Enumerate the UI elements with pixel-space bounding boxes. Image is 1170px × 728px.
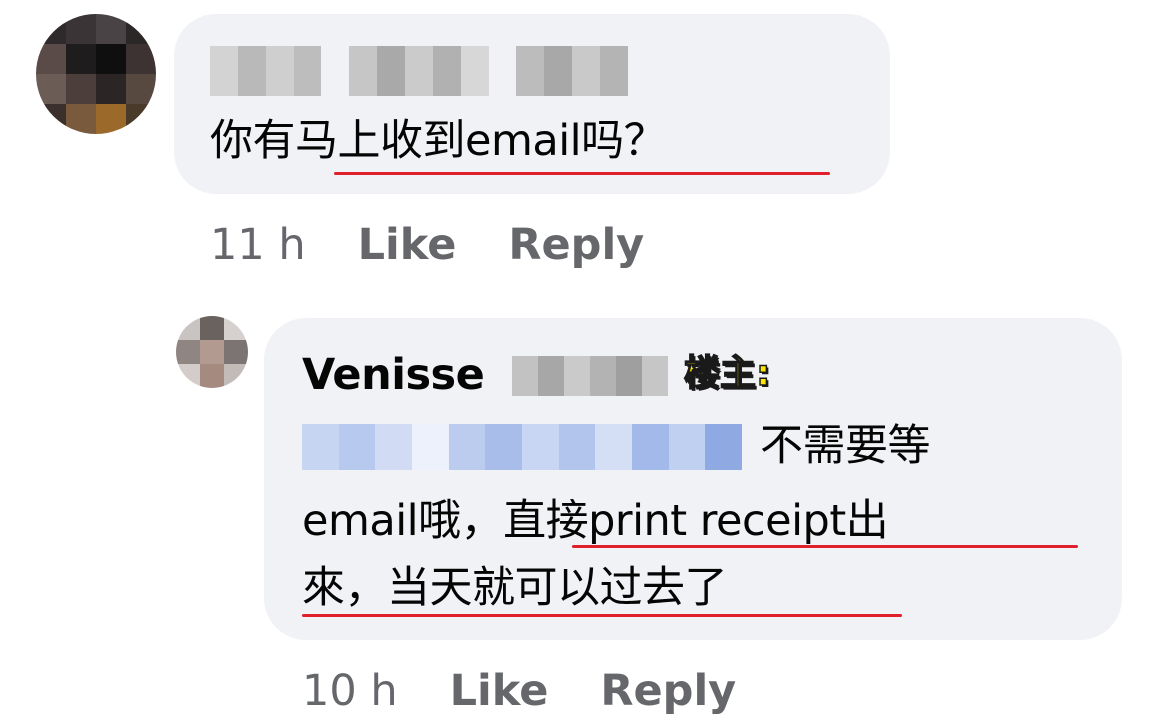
highlight-underline [334,172,830,175]
reply-button[interactable]: Reply [600,666,736,716]
comment-meta: 11 h Like Reply [210,220,644,270]
reply-text-line2: email哦，直接print receipt出 [302,496,889,546]
reply-button[interactable]: Reply [508,220,644,270]
reply-time[interactable]: 10 h [302,666,398,716]
comment-time[interactable]: 11 h [210,220,306,270]
blurred-mention[interactable] [302,424,743,470]
like-button[interactable]: Like [450,666,549,716]
commenter-avatar[interactable] [36,14,156,134]
op-avatar[interactable] [176,316,248,388]
reply-text-line1: 不需要等 [760,421,931,471]
highlight-underline [302,614,902,617]
highlight-underline [572,545,1078,548]
comment-text: 你有马上收到email吗？ [210,116,667,166]
like-button[interactable]: Like [358,220,457,270]
blurred-author-name[interactable] [210,46,628,96]
op-label: 楼主: [683,352,771,395]
reply-meta: 10 h Like Reply [302,666,736,716]
reply-text-line3: 來，当天就可以过去了 [302,563,728,613]
comment-bubble [174,14,890,194]
author-name[interactable]: Venisse [302,350,485,400]
blurred-author-lastname[interactable] [512,356,668,396]
